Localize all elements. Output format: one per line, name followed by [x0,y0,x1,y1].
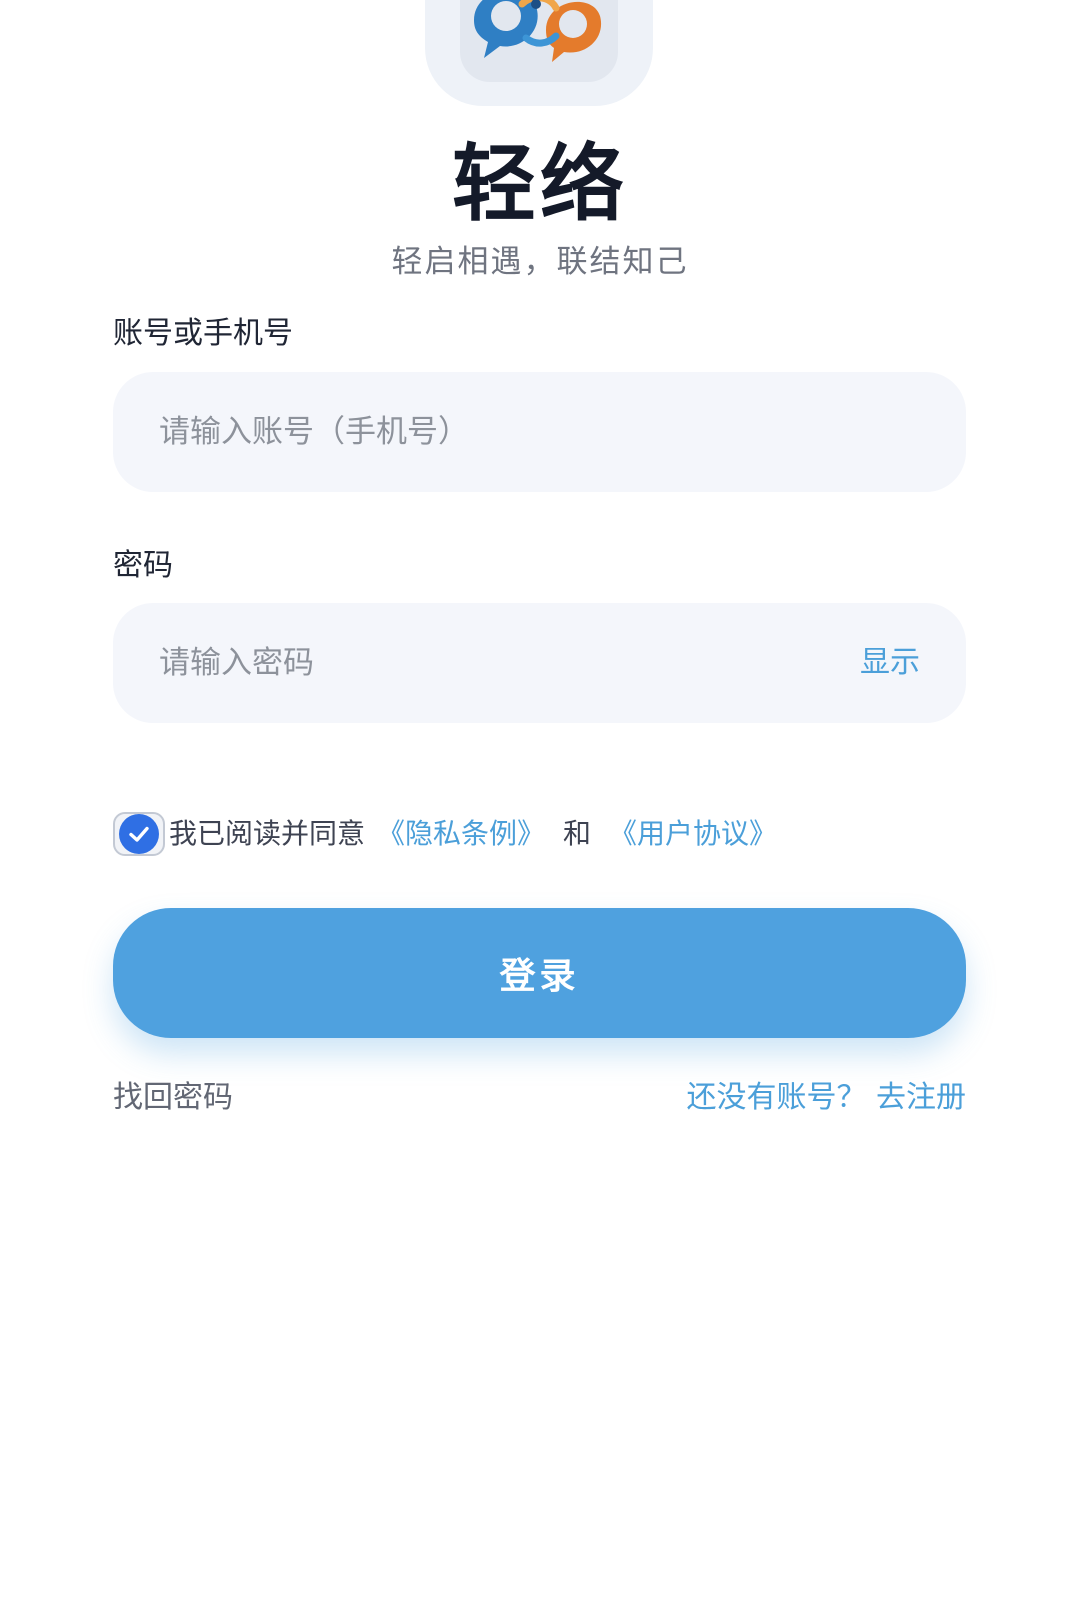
password-input[interactable] [159,633,860,693]
app-title: 轻络 [451,135,628,233]
password-label: 密码 [113,548,173,583]
login-button-label: 登录 [499,956,580,997]
app-logo-icon [460,0,618,82]
agreement-row: 我已阅读并同意 《隐私条例》 和 《用户协议》 [113,812,777,856]
account-field[interactable] [113,372,966,492]
app-logo-frame [425,0,653,106]
agreement-text: 我已阅读并同意 [169,817,366,850]
agreement-and-text: 和 [563,817,592,850]
agreement-checkbox[interactable] [113,812,165,856]
password-field[interactable]: 显示 [113,603,966,723]
check-icon [119,814,159,854]
forgot-password-link[interactable]: 找回密码 [113,1076,233,1120]
user-agreement-link[interactable]: 《用户协议》 [609,812,777,856]
account-label: 账号或手机号 [113,316,293,351]
privacy-policy-link[interactable]: 《隐私条例》 [377,812,545,856]
account-input[interactable] [159,402,920,462]
login-button[interactable]: 登录 [113,908,966,1038]
show-password-toggle[interactable]: 显示 [860,643,920,683]
register-link[interactable]: 还没有账号？ 去注册 [686,1076,966,1120]
app-slogan: 轻启相遇，联结知己 [391,244,689,280]
